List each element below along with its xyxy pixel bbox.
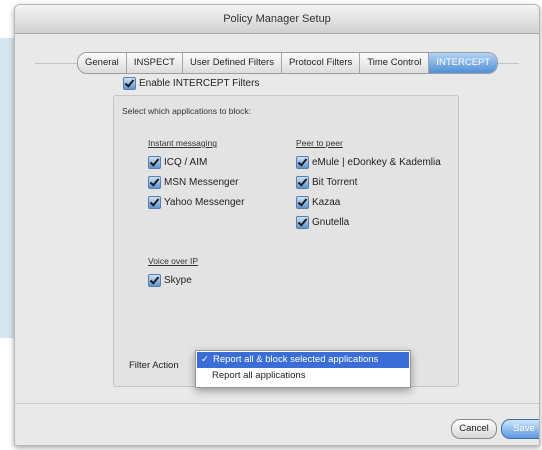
yahoo-messenger-label: Yahoo Messenger bbox=[164, 197, 245, 209]
tab-inspect[interactable]: INSPECT bbox=[127, 53, 183, 73]
filter-option-report-block-label: Report all & block selected applications bbox=[213, 354, 379, 365]
icq-aim-row[interactable]: ICQ / AIM bbox=[148, 156, 207, 169]
emule-checkbox[interactable] bbox=[296, 156, 309, 169]
policy-manager-window: Policy Manager Setup General INSPECT Use… bbox=[14, 4, 540, 446]
voice-over-ip-heading: Voice over IP bbox=[148, 256, 199, 266]
tab-user-defined-filters[interactable]: User Defined Filters bbox=[183, 53, 282, 73]
skype-row[interactable]: Skype bbox=[148, 274, 192, 287]
bit-torrent-row[interactable]: Bit Torrent bbox=[296, 176, 357, 189]
peer-to-peer-heading: Peer to peer bbox=[296, 138, 343, 148]
tab-bar: General INSPECT User Defined Filters Pro… bbox=[77, 52, 499, 74]
kazaa-checkbox[interactable] bbox=[296, 196, 309, 209]
applications-groupbox: Select which applications to block: Inst… bbox=[113, 95, 459, 387]
yahoo-messenger-checkbox[interactable] bbox=[148, 196, 161, 209]
yahoo-messenger-row[interactable]: Yahoo Messenger bbox=[148, 196, 244, 209]
enable-intercept-row[interactable]: Enable INTERCEPT Filters bbox=[123, 77, 259, 90]
msn-messenger-label: MSN Messenger bbox=[164, 177, 239, 189]
instant-messaging-heading: Instant messaging bbox=[148, 138, 217, 148]
enable-intercept-label: Enable INTERCEPT Filters bbox=[139, 78, 260, 90]
tab-time-control[interactable]: Time Control bbox=[360, 53, 430, 73]
filter-option-report-all-label: Report all applications bbox=[212, 370, 306, 381]
filter-option-report-block[interactable]: ✓ Report all & block selected application… bbox=[197, 352, 409, 368]
tab-intercept[interactable]: INTERCEPT bbox=[429, 53, 498, 73]
window-title: Policy Manager Setup bbox=[15, 5, 539, 34]
msn-messenger-checkbox[interactable] bbox=[148, 176, 161, 189]
emule-label: eMule | eDonkey & Kademlia bbox=[312, 157, 441, 169]
msn-messenger-row[interactable]: MSN Messenger bbox=[148, 176, 238, 189]
filter-action-label: Filter Action bbox=[129, 360, 179, 371]
filter-option-report-all[interactable]: Report all applications bbox=[196, 368, 410, 384]
tab-general[interactable]: General bbox=[78, 53, 127, 73]
gnutella-label: Gnutella bbox=[312, 217, 350, 229]
gnutella-row[interactable]: Gnutella bbox=[296, 216, 349, 229]
skype-label: Skype bbox=[164, 275, 192, 287]
kazaa-label: Kazaa bbox=[312, 197, 341, 209]
icq-aim-checkbox[interactable] bbox=[148, 156, 161, 169]
cancel-button[interactable]: Cancel bbox=[451, 419, 497, 439]
button-separator bbox=[15, 403, 539, 404]
save-button[interactable]: Save bbox=[501, 419, 539, 439]
groupbox-caption: Select which applications to block: bbox=[122, 106, 251, 116]
emule-row[interactable]: eMule | eDonkey & Kademlia bbox=[296, 156, 441, 169]
skype-checkbox[interactable] bbox=[148, 274, 161, 287]
bit-torrent-label: Bit Torrent bbox=[312, 177, 358, 189]
enable-intercept-checkbox[interactable] bbox=[123, 77, 136, 90]
gnutella-checkbox[interactable] bbox=[296, 216, 309, 229]
bit-torrent-checkbox[interactable] bbox=[296, 176, 309, 189]
checkmark-icon: ✓ bbox=[201, 354, 209, 365]
tab-protocol-filters[interactable]: Protocol Filters bbox=[282, 53, 361, 73]
kazaa-row[interactable]: Kazaa bbox=[296, 196, 340, 209]
icq-aim-label: ICQ / AIM bbox=[164, 157, 208, 169]
filter-action-dropdown[interactable]: ✓ Report all & block selected application… bbox=[195, 350, 411, 388]
